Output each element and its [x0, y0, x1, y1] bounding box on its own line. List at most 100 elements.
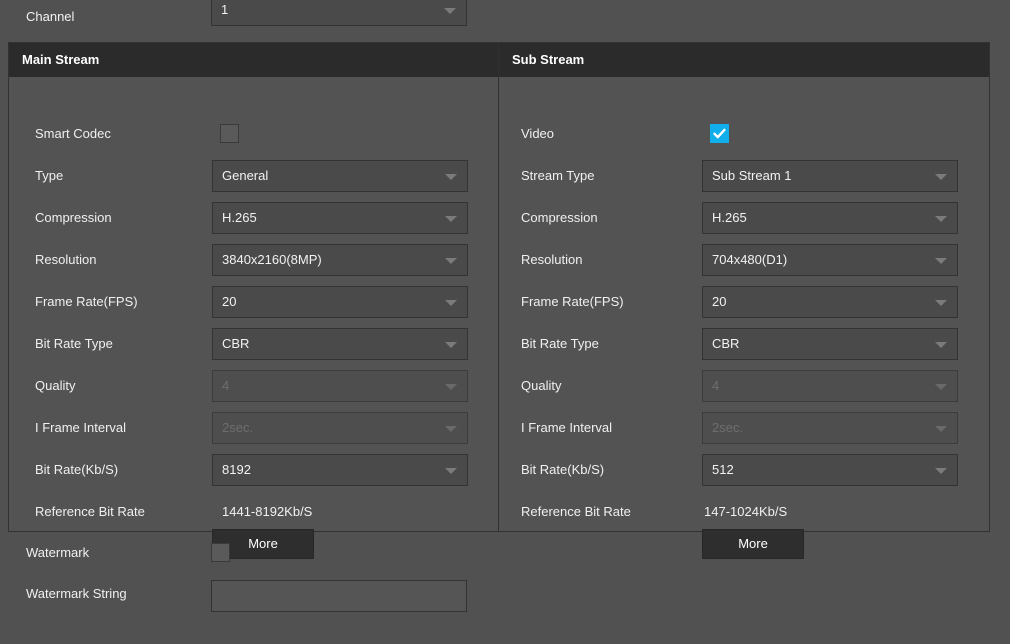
channel-dropdown[interactable]: 1	[211, 0, 467, 26]
chevron-down-icon	[935, 468, 947, 474]
compression-dropdown[interactable]: H.265	[212, 202, 468, 234]
bit-rate-dropdown[interactable]: 8192	[212, 454, 468, 486]
sub-bit-rate-type-label: Bit Rate Type	[521, 336, 599, 351]
sub-compression-dropdown[interactable]: H.265	[702, 202, 958, 234]
quality-value: 4	[222, 378, 230, 393]
sub-resolution-label: Resolution	[521, 252, 583, 267]
type-dropdown[interactable]: General	[212, 160, 468, 192]
chevron-down-icon	[444, 8, 456, 14]
i-frame-interval-value: 2sec.	[222, 420, 254, 435]
channel-value: 1	[221, 2, 229, 17]
row-smart-codec: Smart Codec	[9, 115, 498, 157]
sub-bit-rate-label: Bit Rate(Kb/S)	[521, 462, 605, 477]
chevron-down-icon	[935, 300, 947, 306]
chevron-down-icon	[935, 258, 947, 264]
bit-rate-type-dropdown[interactable]: CBR	[212, 328, 468, 360]
stream-type-label: Stream Type	[521, 168, 595, 183]
chevron-down-icon	[935, 342, 947, 348]
main-stream-column: Main Stream Smart Codec Type General Com…	[9, 43, 499, 559]
bit-rate-value: 8192	[222, 462, 251, 477]
row-bit-rate: Bit Rate(Kb/S) 8192	[9, 451, 498, 493]
row-sub-frame-rate: Frame Rate(FPS) 20	[499, 283, 989, 325]
sub-quality-dropdown[interactable]: 4	[702, 370, 958, 402]
sub-frame-rate-value: 20	[712, 294, 727, 309]
sub-i-frame-interval-label: I Frame Interval	[521, 420, 613, 435]
bit-rate-label: Bit Rate(Kb/S)	[35, 462, 119, 477]
sub-i-frame-interval-dropdown[interactable]: 2sec.	[702, 412, 958, 444]
sub-i-frame-interval-value: 2sec.	[712, 420, 744, 435]
channel-row: Channel 1	[0, 0, 1010, 40]
chevron-down-icon	[935, 426, 947, 432]
watermark-string-input[interactable]	[211, 580, 467, 612]
sub-quality-label: Quality	[521, 378, 562, 393]
sub-bit-rate-dropdown[interactable]: 512	[702, 454, 958, 486]
i-frame-interval-label: I Frame Interval	[35, 420, 127, 435]
stream-type-value: Sub Stream 1	[712, 168, 792, 183]
smart-codec-label: Smart Codec	[35, 126, 111, 141]
sub-compression-label: Compression	[521, 210, 598, 225]
watermark-string-label: Watermark String	[26, 586, 127, 601]
watermark-label: Watermark	[26, 545, 90, 560]
row-sub-quality: Quality 4	[499, 367, 989, 409]
chevron-down-icon	[445, 384, 457, 390]
chevron-down-icon	[935, 384, 947, 390]
sub-bit-rate-type-dropdown[interactable]: CBR	[702, 328, 958, 360]
chevron-down-icon	[445, 216, 457, 222]
row-resolution: Resolution 3840x2160(8MP)	[9, 241, 498, 283]
resolution-value: 3840x2160(8MP)	[222, 252, 322, 267]
chevron-down-icon	[445, 300, 457, 306]
reference-bit-rate-label: Reference Bit Rate	[35, 504, 145, 519]
watermark-area: Watermark Watermark String	[0, 534, 1010, 644]
resolution-dropdown[interactable]: 3840x2160(8MP)	[212, 244, 468, 276]
chevron-down-icon	[445, 468, 457, 474]
row-compression: Compression H.265	[9, 199, 498, 241]
resolution-label: Resolution	[35, 252, 97, 267]
sub-compression-value: H.265	[712, 210, 747, 225]
row-sub-compression: Compression H.265	[499, 199, 989, 241]
bit-rate-type-label: Bit Rate Type	[35, 336, 113, 351]
video-checkbox[interactable]	[710, 124, 729, 143]
sub-reference-bit-rate-label: Reference Bit Rate	[521, 504, 631, 519]
sub-stream-column: Sub Stream Video Stream Type Sub Stream …	[499, 43, 989, 559]
i-frame-interval-dropdown[interactable]: 2sec.	[212, 412, 468, 444]
row-i-frame-interval: I Frame Interval 2sec.	[9, 409, 498, 451]
row-sub-resolution: Resolution 704x480(D1)	[499, 241, 989, 283]
sub-bit-rate-type-value: CBR	[712, 336, 740, 351]
chevron-down-icon	[445, 342, 457, 348]
sub-resolution-dropdown[interactable]: 704x480(D1)	[702, 244, 958, 276]
row-video: Video	[499, 115, 989, 157]
bit-rate-type-value: CBR	[222, 336, 250, 351]
row-frame-rate: Frame Rate(FPS) 20	[9, 283, 498, 325]
frame-rate-dropdown[interactable]: 20	[212, 286, 468, 318]
sub-reference-bit-rate-value: 147-1024Kb/S	[704, 504, 788, 519]
row-bit-rate-type: Bit Rate Type CBR	[9, 325, 498, 367]
chevron-down-icon	[445, 258, 457, 264]
main-stream-title: Main Stream	[9, 43, 498, 77]
row-sub-bit-rate: Bit Rate(Kb/S) 512	[499, 451, 989, 493]
type-value: General	[222, 168, 269, 183]
sub-resolution-value: 704x480(D1)	[712, 252, 788, 267]
row-sub-i-frame-interval: I Frame Interval 2sec.	[499, 409, 989, 451]
frame-rate-label: Frame Rate(FPS)	[35, 294, 138, 309]
channel-label: Channel	[26, 9, 75, 24]
chevron-down-icon	[935, 216, 947, 222]
compression-label: Compression	[35, 210, 112, 225]
stream-type-dropdown[interactable]: Sub Stream 1	[702, 160, 958, 192]
chevron-down-icon	[935, 174, 947, 180]
video-label: Video	[521, 126, 555, 141]
quality-label: Quality	[35, 378, 76, 393]
chevron-down-icon	[445, 174, 457, 180]
sub-frame-rate-dropdown[interactable]: 20	[702, 286, 958, 318]
row-sub-bit-rate-type: Bit Rate Type CBR	[499, 325, 989, 367]
compression-value: H.265	[222, 210, 257, 225]
smart-codec-checkbox[interactable]	[220, 124, 239, 143]
sub-frame-rate-label: Frame Rate(FPS)	[521, 294, 624, 309]
row-quality: Quality 4	[9, 367, 498, 409]
frame-rate-value: 20	[222, 294, 237, 309]
type-label: Type	[35, 168, 64, 183]
main-stream-body: Smart Codec Type General Compression H.2…	[9, 77, 498, 559]
quality-dropdown[interactable]: 4	[212, 370, 468, 402]
sub-stream-title: Sub Stream	[499, 43, 989, 77]
watermark-checkbox[interactable]	[211, 543, 230, 562]
chevron-down-icon	[445, 426, 457, 432]
